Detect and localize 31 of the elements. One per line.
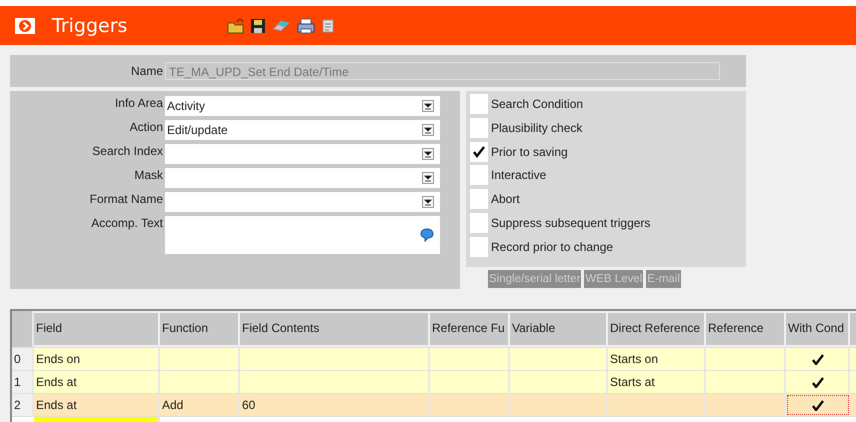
dropdown-field[interactable]: Edit/update — [165, 120, 440, 140]
column-header[interactable]: Reference — [706, 311, 786, 347]
table-row[interactable]: 0 Ends on Starts on — [12, 348, 856, 371]
column-header[interactable]: Field Contents — [240, 311, 430, 347]
option-label: Suppress subsequent triggers — [491, 216, 650, 230]
table-row[interactable]: 1 Ends at Starts at — [12, 371, 856, 394]
column-header[interactable]: Direct Reference — [608, 311, 706, 347]
option-label: Record prior to change — [491, 240, 614, 254]
column-header[interactable]: With Cond — [786, 311, 850, 347]
column-header[interactable]: Function — [160, 311, 240, 347]
field-label: Search Index — [91, 144, 164, 160]
option-label: Prior to saving — [491, 144, 568, 159]
column-header[interactable]: Field — [34, 311, 160, 347]
option-label: Search Condition — [491, 97, 584, 111]
option-label: Abort — [491, 192, 520, 206]
window-title: Triggers — [52, 14, 128, 36]
table-row[interactable]: 2 Ends at Add 60 — [12, 394, 856, 417]
column-header[interactable]: Variable — [510, 311, 608, 347]
field-label: Accomp. Text — [90, 216, 164, 232]
row-number: 2 — [12, 394, 34, 416]
column-header[interactable]: Reference Fu — [430, 311, 510, 347]
row-number: 1 — [12, 371, 34, 393]
field-label: Name — [130, 64, 164, 78]
dropdown-field[interactable]: Activity — [165, 96, 440, 116]
field-label: Format Name — [88, 192, 164, 208]
field-label: Info Area — [114, 96, 164, 112]
field-label: Mask — [133, 168, 164, 184]
row-number: 0 — [12, 348, 34, 370]
option-label: Interactive — [491, 168, 546, 182]
field-label: Action — [128, 120, 164, 136]
option-label: Plausibility check — [491, 120, 582, 135]
